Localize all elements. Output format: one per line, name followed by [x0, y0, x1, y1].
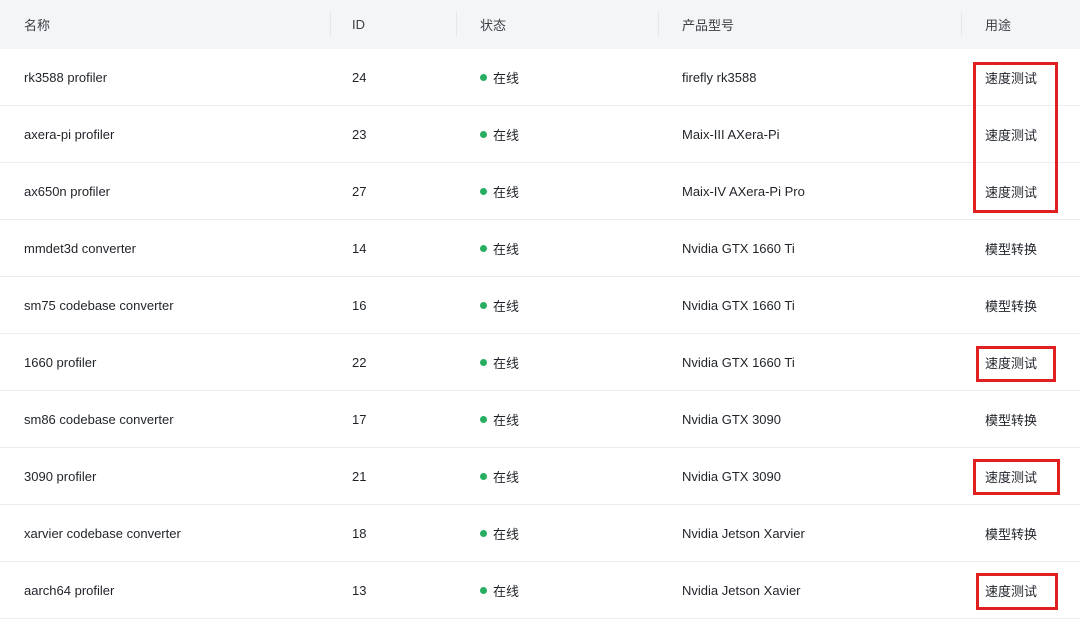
status-label: 在线: [493, 298, 520, 314]
device-model: Maix-III AXera-Pi: [682, 126, 780, 142]
highlight-box: [976, 573, 1058, 610]
device-id: 22: [352, 354, 367, 370]
device-name: rk3588 profiler: [24, 69, 108, 85]
highlight-box: [973, 459, 1060, 495]
device-name: axera-pi profiler: [24, 126, 115, 142]
table-row[interactable]: rk3588 profiler 24 在线 firefly rk3588 速度测试: [0, 49, 1080, 106]
status-label: 在线: [493, 355, 520, 371]
device-id: 21: [352, 468, 367, 484]
table-row[interactable]: aarch64 profiler 13 在线 Nvidia Jetson Xavier…: [0, 562, 1080, 619]
status-label: 在线: [493, 469, 520, 485]
device-model: Nvidia Jetson Xavier: [682, 582, 801, 598]
device-model: Nvidia Jetson Xarvier: [682, 525, 805, 541]
device-model: Nvidia GTX 1660 Ti: [682, 240, 795, 256]
online-dot-icon: [480, 415, 487, 423]
device-name: sm86 codebase converter: [24, 411, 174, 427]
header-model[interactable]: 产品型号: [682, 0, 734, 49]
table-row[interactable]: mmdet3d converter 14 在线 Nvidia GTX 1660 Ti 模…: [0, 220, 1080, 277]
table-row[interactable]: 1660 profiler 22 在线 Nvidia GTX 1660 Ti 速度测试: [0, 334, 1080, 391]
online-dot-icon: [480, 472, 487, 480]
online-dot-icon: [480, 73, 487, 81]
device-name: 3090 profiler: [24, 468, 97, 484]
header-usage[interactable]: 用途: [985, 0, 1011, 49]
table-row[interactable]: xarvier codebase converter 18 在线 Nvidia Jet…: [0, 505, 1080, 562]
device-model: Nvidia GTX 3090: [682, 468, 781, 484]
device-model: Nvidia GTX 1660 Ti: [682, 354, 795, 370]
table-row[interactable]: sm75 codebase converter 16 在线 Nvidia GTX 16…: [0, 277, 1080, 334]
device-model: Maix-IV AXera-Pi Pro: [682, 183, 805, 199]
device-id: 18: [352, 525, 367, 541]
highlight-box: [976, 346, 1056, 382]
header-divider: [456, 12, 457, 36]
status-label: 在线: [493, 412, 520, 428]
device-model: Nvidia GTX 1660 Ti: [682, 297, 795, 313]
status-badge: 在线: [480, 562, 519, 618]
status-badge: 在线: [480, 448, 519, 504]
device-id: 16: [352, 297, 367, 313]
status-badge: 在线: [480, 106, 519, 162]
online-dot-icon: [480, 187, 487, 195]
status-label: 在线: [493, 70, 520, 86]
header-divider: [658, 12, 659, 36]
status-badge: 在线: [480, 391, 519, 447]
status-label: 在线: [493, 526, 520, 542]
status-badge: 在线: [480, 505, 519, 561]
header-id[interactable]: ID: [352, 0, 365, 49]
device-model: Nvidia GTX 3090: [682, 411, 781, 427]
highlight-box: [973, 62, 1058, 213]
device-id: 24: [352, 69, 367, 85]
device-id: 23: [352, 126, 367, 142]
device-name: ax650n profiler: [24, 183, 110, 199]
header-status[interactable]: 状态: [480, 0, 506, 49]
online-dot-icon: [480, 529, 487, 537]
status-badge: 在线: [480, 220, 519, 276]
status-label: 在线: [493, 127, 520, 143]
status-label: 在线: [493, 583, 520, 599]
table-row[interactable]: sm86 codebase converter 17 在线 Nvidia GTX 30…: [0, 391, 1080, 448]
status-label: 在线: [493, 241, 520, 257]
table-row[interactable]: axera-pi profiler 23 在线 Maix-III AXera-Pi 速度…: [0, 106, 1080, 163]
status-badge: 在线: [480, 334, 519, 390]
online-dot-icon: [480, 358, 487, 366]
device-name: aarch64 profiler: [24, 582, 115, 598]
device-usage: 模型转换: [985, 412, 1038, 428]
status-label: 在线: [493, 184, 520, 200]
device-usage: 模型转换: [985, 298, 1038, 314]
online-dot-icon: [480, 244, 487, 252]
device-model: firefly rk3588: [682, 69, 757, 85]
device-usage: 模型转换: [985, 526, 1038, 542]
device-id: 14: [352, 240, 367, 256]
online-dot-icon: [480, 130, 487, 138]
table-row[interactable]: 3090 profiler 21 在线 Nvidia GTX 3090 速度测试: [0, 448, 1080, 505]
header-name[interactable]: 名称: [24, 0, 50, 49]
device-name: xarvier codebase converter: [24, 525, 181, 541]
status-badge: 在线: [480, 163, 519, 219]
status-badge: 在线: [480, 49, 519, 105]
table-row[interactable]: ax650n profiler 27 在线 Maix-IV AXera-Pi Pro 速…: [0, 163, 1080, 220]
online-dot-icon: [480, 586, 487, 594]
device-name: mmdet3d converter: [24, 240, 136, 256]
header-divider: [330, 12, 331, 36]
device-id: 13: [352, 582, 367, 598]
device-id: 27: [352, 183, 367, 199]
devices-table: 名称 ID 状态 产品型号 用途 rk3588 profiler 24 在线 fire…: [0, 0, 1080, 623]
device-name: sm75 codebase converter: [24, 297, 174, 313]
online-dot-icon: [480, 301, 487, 309]
device-name: 1660 profiler: [24, 354, 97, 370]
table-header: 名称 ID 状态 产品型号 用途: [0, 0, 1080, 49]
status-badge: 在线: [480, 277, 519, 333]
header-divider: [961, 12, 962, 36]
device-id: 17: [352, 411, 367, 427]
device-usage: 模型转换: [985, 241, 1038, 257]
